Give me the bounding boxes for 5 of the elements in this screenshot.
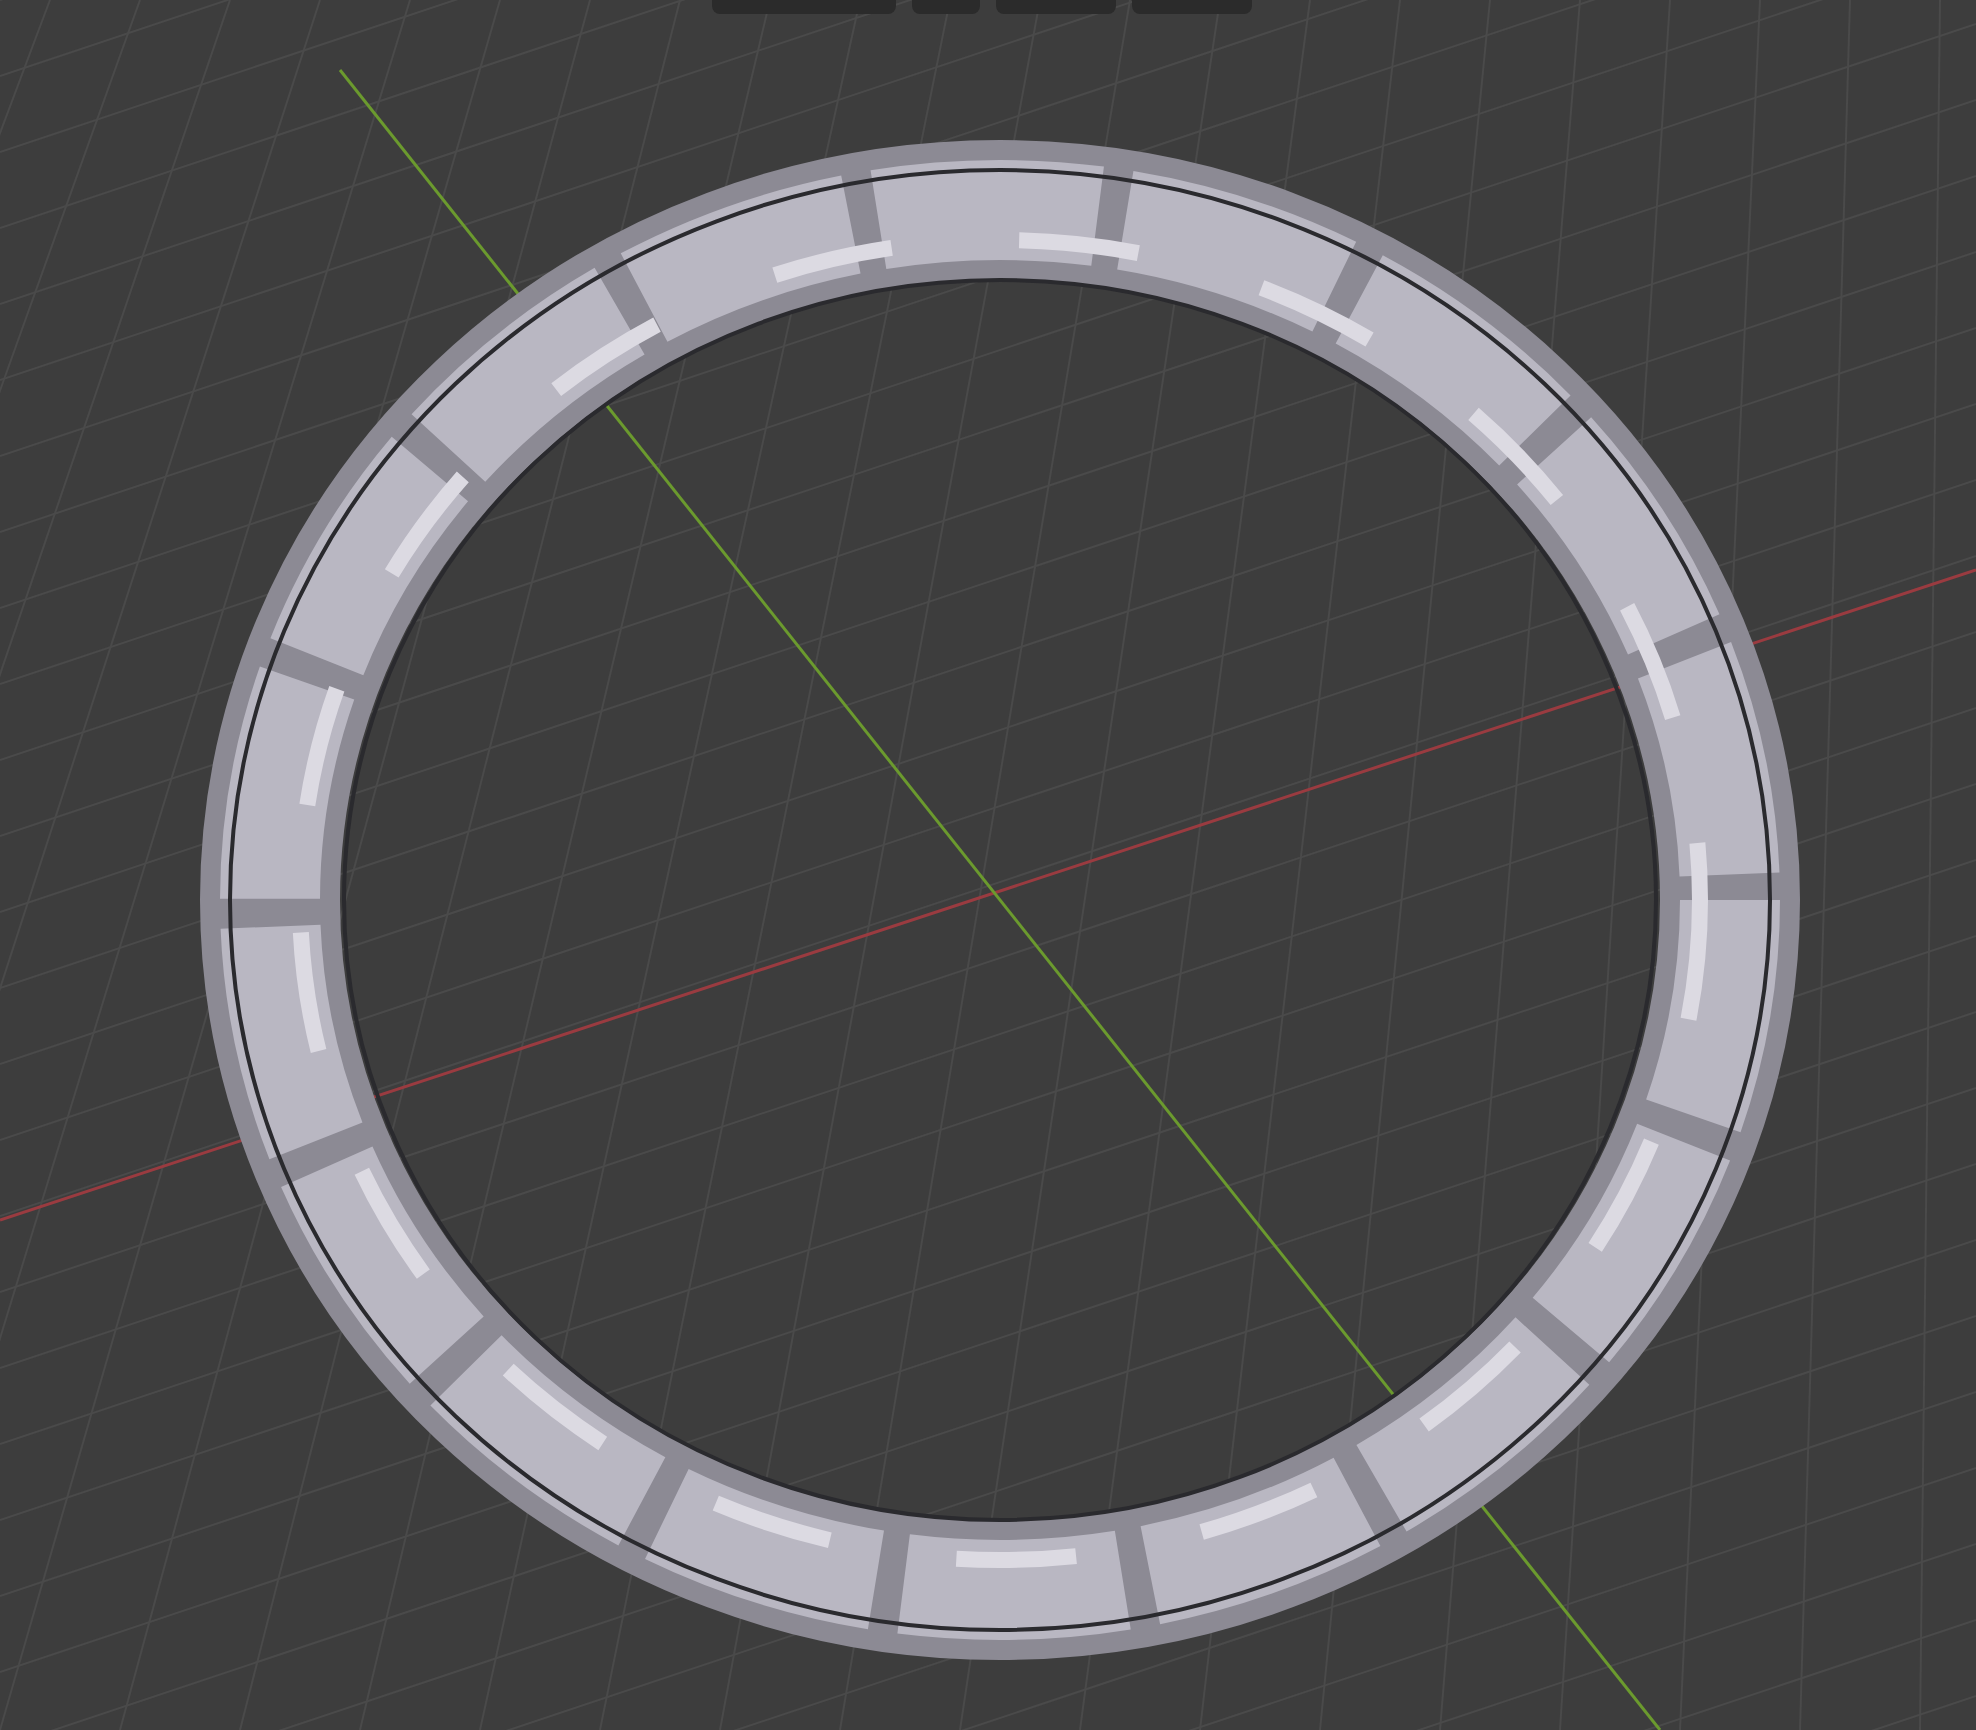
toolbar-dropdown[interactable] [712,0,896,14]
toolbar-button[interactable] [912,0,980,14]
toolbar-button[interactable] [1132,0,1252,14]
toolbar-button[interactable] [996,0,1116,14]
viewport[interactable] [0,0,1976,1730]
